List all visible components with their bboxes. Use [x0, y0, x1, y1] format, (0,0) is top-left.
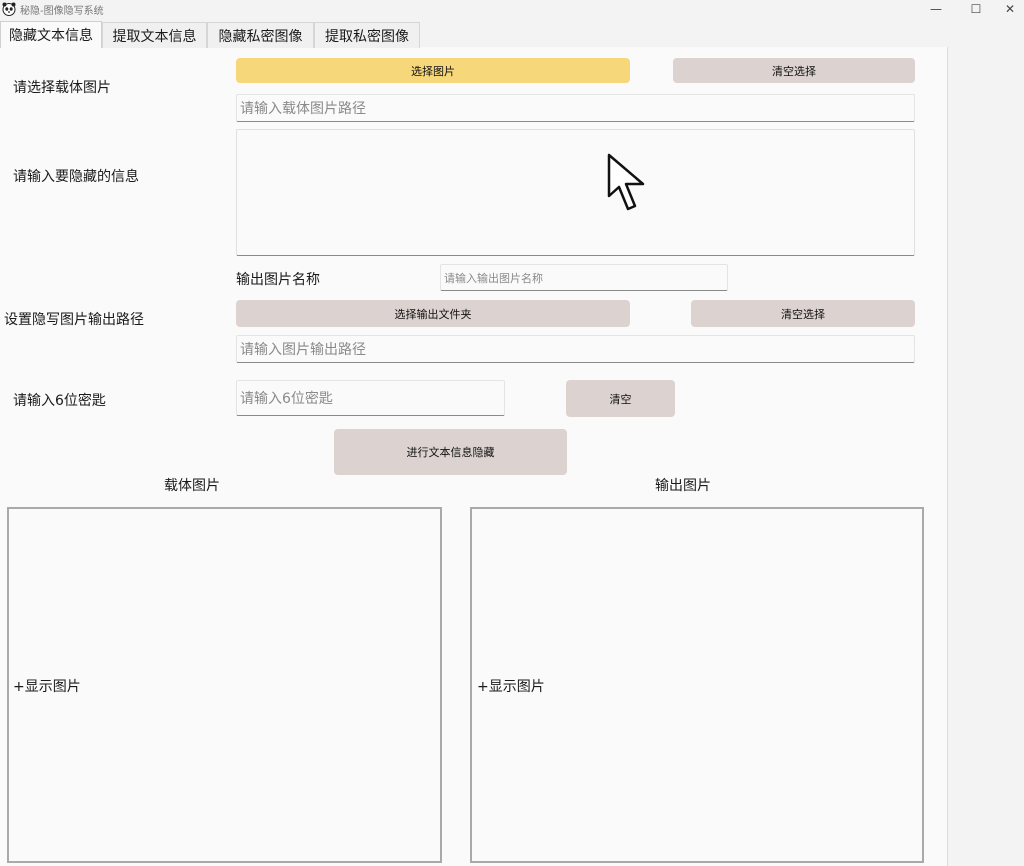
hide-text-button[interactable]: 进行文本信息隐藏 — [334, 429, 567, 475]
minimize-icon: — — [930, 2, 942, 16]
select-image-button[interactable]: 选择图片 — [236, 58, 630, 83]
title-bar — [0, 0, 1024, 18]
clear-key-button[interactable]: 清空 — [566, 380, 675, 417]
output-name-input[interactable]: 请输入输出图片名称 — [440, 264, 728, 291]
carrier-path-input[interactable]: 请输入载体图片路径 — [236, 94, 915, 122]
carrier-image-placeholder: +显示图片 — [13, 679, 81, 695]
output-image-caption: 输出图片 — [655, 478, 711, 494]
key-input[interactable]: 请输入6位密匙 — [236, 380, 505, 416]
close-icon: ✕ — [1004, 2, 1016, 16]
carrier-image-caption: 载体图片 — [164, 478, 220, 494]
output-path-label: 设置隐写图片输出路径 — [4, 312, 144, 328]
clear-output-button[interactable]: 清空选择 — [691, 300, 915, 327]
message-textarea[interactable] — [236, 129, 915, 256]
key-label: 请输入6位密匙 — [13, 393, 106, 409]
output-path-input[interactable]: 请输入图片输出路径 — [236, 335, 915, 363]
tab-hide-image[interactable]: 隐藏私密图像 — [207, 22, 314, 48]
panda-icon — [2, 1, 16, 16]
mouse-pointer-icon — [606, 152, 650, 214]
carrier-label: 请选择载体图片 — [13, 80, 111, 96]
tab-extract-text[interactable]: 提取文本信息 — [102, 22, 207, 48]
minimize-button[interactable]: — — [916, 0, 956, 18]
message-label: 请输入要隐藏的信息 — [13, 169, 139, 185]
tab-extract-image[interactable]: 提取私密图像 — [314, 22, 420, 48]
close-button[interactable]: ✕ — [996, 0, 1024, 18]
output-name-label: 输出图片名称 — [236, 272, 320, 288]
maximize-button[interactable]: ☐ — [956, 0, 996, 18]
maximize-icon: ☐ — [970, 2, 982, 16]
window-title: 秘隐-图像隐写系统 — [20, 6, 104, 17]
clear-selection-button[interactable]: 清空选择 — [673, 58, 915, 83]
output-image-placeholder: +显示图片 — [477, 679, 545, 695]
tab-hide-text[interactable]: 隐藏文本信息 — [0, 21, 102, 48]
select-output-folder-button[interactable]: 选择输出文件夹 — [236, 300, 630, 327]
